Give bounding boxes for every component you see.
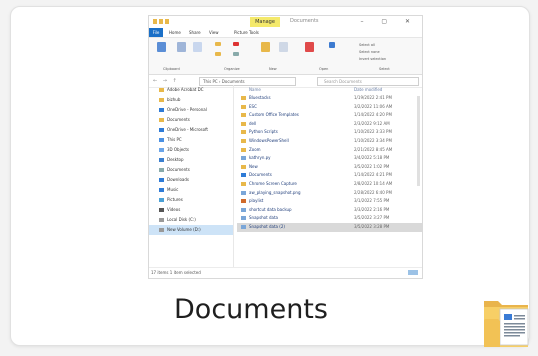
- file-row: kathryn.py 3/4/2022 5:18 PM: [237, 154, 422, 163]
- new-item-icon: [279, 42, 288, 52]
- file-row-selected: Snapshot data (2) 3/5/2022 3:28 PM: [237, 222, 422, 232]
- nav-item: Adobe Acrobat DC: [149, 85, 233, 95]
- select-all: Select all: [359, 43, 375, 47]
- menu-share: Share: [189, 30, 201, 35]
- file-row: playlist 3/1/2022 7:55 PM: [237, 197, 422, 206]
- copy-icon: [177, 42, 186, 52]
- delete-icon: [233, 42, 239, 46]
- pin-icon: [157, 42, 166, 52]
- menu-picture-tools: Picture Tools: [234, 30, 259, 35]
- file-list: Name Date modified Bluestacks 1/19/2022 2…: [237, 85, 422, 267]
- documents-card[interactable]: Manage Documents – ▢ ✕ File Home Share V…: [10, 6, 530, 347]
- file-row: WindowsPowerShell 1/10/2022 3:34 PM: [237, 137, 422, 146]
- status-text: 17 items 1 item selected: [151, 270, 201, 275]
- manage-tab: Manage: [250, 17, 280, 27]
- move-icon: [215, 42, 221, 46]
- nav-item: bizhub: [149, 95, 233, 105]
- file-row: aw_playing_snapshot.png 2/28/2022 6:40 PM: [237, 189, 422, 198]
- menu-file: File: [149, 28, 163, 37]
- nav-item: Local Disk (C:): [149, 215, 233, 225]
- window-title: Documents: [290, 18, 319, 24]
- column-headers: Name Date modified: [237, 85, 422, 94]
- file-row: Documents 1/14/2022 4:21 PM: [237, 171, 422, 180]
- file-row: Zoom 2/21/2022 8:45 AM: [237, 146, 422, 155]
- nav-item: 3D Objects: [149, 145, 233, 155]
- nav-item-selected: New Volume (D:): [149, 225, 233, 235]
- nav-item: Documents: [149, 165, 233, 175]
- file-row: Snapshot data 3/5/2022 3:27 PM: [237, 214, 422, 223]
- card-label: Documents: [174, 294, 328, 325]
- file-row: Bluestacks 1/19/2022 2:41 PM: [237, 94, 422, 103]
- nav-item: This PC: [149, 135, 233, 145]
- nav-item: Downloads: [149, 175, 233, 185]
- file-row: New 3/5/2022 1:02 PM: [237, 163, 422, 172]
- new-folder-icon: [261, 42, 270, 52]
- group-organize: Organize: [224, 67, 240, 71]
- nav-arrows: ← → ↑: [153, 78, 179, 84]
- header-name: Name: [249, 87, 261, 92]
- title-bar: Manage Documents – ▢ ✕: [149, 16, 422, 28]
- file-row: dell 2/3/2022 9:12 AM: [237, 120, 422, 129]
- menu-home: Home: [169, 30, 181, 35]
- view-toggle-icon: [408, 270, 418, 275]
- group-select: Select: [379, 67, 390, 71]
- paste-icon: [193, 42, 202, 52]
- group-new: New: [269, 67, 277, 71]
- group-open: Open: [319, 67, 329, 71]
- file-row: ESC 3/2/2022 11:06 AM: [237, 103, 422, 112]
- quick-access-icons: [153, 19, 183, 25]
- file-row: Custom Office Templates 1/14/2022 4:20 PM: [237, 111, 422, 120]
- ribbon-tabs: File Home Share View Picture Tools: [149, 28, 422, 38]
- nav-item: OneDrive - Personal: [149, 105, 233, 115]
- nav-item: Pictures: [149, 195, 233, 205]
- rename-icon: [233, 52, 239, 56]
- properties-icon: [305, 42, 314, 52]
- menu-view: View: [209, 30, 219, 35]
- scrollbar: [417, 96, 420, 186]
- file-explorer-thumbnail: Manage Documents – ▢ ✕ File Home Share V…: [148, 15, 423, 279]
- nav-item: OneDrive - Microsoft: [149, 125, 233, 135]
- nav-item: Videos: [149, 205, 233, 215]
- address-path: This PC › Documents: [203, 79, 245, 84]
- header-date: Date modified: [354, 87, 383, 92]
- select-none: Select none: [359, 50, 380, 54]
- nav-item: Documents: [149, 115, 233, 125]
- search-placeholder: Search Documents: [324, 79, 362, 84]
- file-row: Python Scripts 1/10/2022 3:33 PM: [237, 128, 422, 137]
- file-row: Chrome Screen Capture 2/8/2022 10:14 AM: [237, 180, 422, 189]
- ribbon: Select all Select none Invert selection …: [149, 38, 422, 75]
- file-row: shortcut data backup 3/3/2022 2:16 PM: [237, 206, 422, 215]
- group-clipboard: Clipboard: [163, 67, 180, 71]
- navigation-pane: Adobe Acrobat DC bizhub OneDrive - Perso…: [149, 85, 234, 267]
- invert-selection: Invert selection: [359, 57, 387, 61]
- copy-to-icon: [215, 52, 221, 56]
- nav-item: Music: [149, 185, 233, 195]
- documents-folder-icon: [484, 301, 529, 347]
- nav-item: Desktop: [149, 155, 233, 165]
- window-buttons: – ▢ ✕: [360, 18, 418, 25]
- status-bar: 17 items 1 item selected: [149, 267, 422, 278]
- open-icon: [329, 42, 335, 48]
